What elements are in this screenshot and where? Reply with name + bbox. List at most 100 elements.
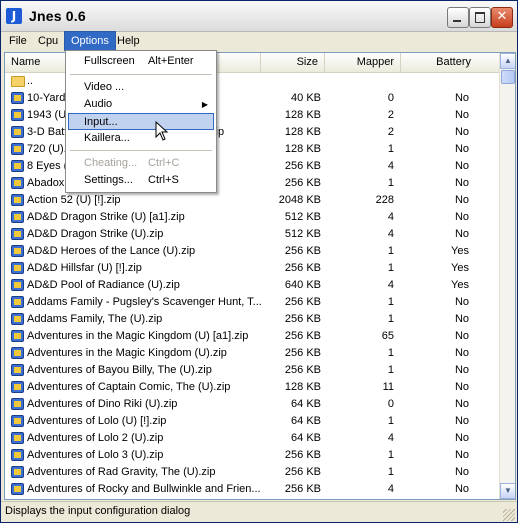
table-row[interactable]: AD&D Dragon Strike (U).zip 512 KB 4 No (5, 226, 499, 243)
rom-file-icon (11, 330, 24, 342)
rom-mapper: 4 (387, 160, 394, 172)
rom-size: 256 KB (284, 364, 321, 376)
rom-size: 256 KB (284, 245, 321, 257)
table-row[interactable]: Adventures of Lolo 3 (U).zip 256 KB 1 No (5, 447, 499, 464)
table-row[interactable]: Adventures of Bayou Billy, The (U).zip 25… (5, 362, 499, 379)
table-row[interactable]: AD&D Hillsfar (U) [!].zip 256 KB 1 Yes (5, 260, 499, 277)
table-row[interactable]: AD&D Heroes of the Lance (U).zip 256 KB 1 Y… (5, 243, 499, 260)
column-header-mapper[interactable]: Mapper (325, 53, 401, 72)
menu-file[interactable]: File (3, 32, 33, 50)
minimize-button[interactable] (447, 7, 469, 28)
rom-name: AD&D Dragon Strike (U) [a1].zip (27, 211, 185, 223)
rom-mapper: 1 (387, 364, 394, 376)
menu-item-cheating: Cheating... Ctrl+C (68, 155, 214, 172)
minimize-icon (453, 20, 461, 22)
table-row[interactable]: Action 52 (U) [!].zip 2048 KB 228 No (5, 192, 499, 209)
menu-item-fullscreen[interactable]: Fullscreen Alt+Enter (68, 53, 214, 70)
rom-battery: No (454, 228, 469, 240)
maximize-button[interactable] (469, 7, 491, 28)
table-row[interactable]: Adventures of Captain Comic, The (U).zip… (5, 379, 499, 396)
rom-name: Addams Family - Pugsley's Scavenger Hunt… (27, 296, 261, 308)
rom-size: 512 KB (284, 228, 321, 240)
menu-help[interactable]: Help (111, 32, 146, 50)
table-row[interactable]: AD&D Pool of Radiance (U).zip 640 KB 4 Yes (5, 277, 499, 294)
rom-battery: No (454, 415, 469, 427)
rom-name: AD&D Pool of Radiance (U).zip (27, 279, 180, 291)
rom-size: 256 KB (284, 330, 321, 342)
rom-file-icon (11, 245, 24, 257)
rom-size: 2048 KB (278, 194, 321, 206)
scroll-up-button[interactable]: ▲ (500, 53, 515, 69)
rom-name: Adventures of Rocky and Bullwinkle and F… (27, 483, 261, 495)
menu-item-input[interactable]: Input... (68, 113, 214, 130)
rom-size: 128 KB (284, 109, 321, 121)
menu-item-settings[interactable]: Settings... Ctrl+S (68, 172, 214, 189)
table-row[interactable]: Addams Family, The (U).zip 256 KB 1 No (5, 311, 499, 328)
rom-file-icon (11, 194, 24, 206)
rom-battery: No (454, 483, 469, 495)
menu-options[interactable]: Options (64, 31, 116, 51)
rom-size: 256 KB (284, 313, 321, 325)
menu-item-kaillera[interactable]: Kaillera... (68, 130, 214, 147)
rom-file-icon (11, 228, 24, 240)
rom-file-icon (11, 483, 24, 495)
close-button[interactable]: ✕ (491, 7, 513, 28)
table-row[interactable]: Adventures in the Magic Kingdom (U) [a1]… (5, 328, 499, 345)
folder-icon (11, 76, 25, 87)
rom-mapper: 4 (387, 228, 394, 240)
rom-name: Adventures in the Magic Kingdom (U).zip (27, 347, 227, 359)
rom-file-icon (11, 347, 24, 359)
rom-size: 512 KB (284, 211, 321, 223)
vertical-scrollbar[interactable]: ▲ ▼ (499, 53, 515, 499)
menu-item-label: Input... (84, 116, 118, 128)
rom-file-icon (11, 449, 24, 461)
rom-file-icon (11, 381, 24, 393)
scroll-thumb[interactable] (501, 70, 515, 84)
rom-file-icon (11, 364, 24, 376)
rom-battery: No (454, 143, 469, 155)
rom-battery: No (454, 160, 469, 172)
rom-mapper: 4 (387, 432, 394, 444)
rom-battery: No (454, 177, 469, 189)
rom-file-icon (11, 177, 24, 189)
rom-name: Adventures of Captain Comic, The (U).zip (27, 381, 231, 393)
menu-cpu[interactable]: Cpu (32, 32, 64, 50)
column-header-battery[interactable]: Battery (401, 53, 477, 72)
maximize-icon (475, 12, 485, 23)
rom-battery: Yes (451, 279, 469, 291)
rom-name: Adventures of Lolo 3 (U).zip (27, 449, 164, 461)
rom-file-icon (11, 415, 24, 427)
rom-size: 256 KB (284, 160, 321, 172)
rom-size: 64 KB (291, 432, 321, 444)
menu-item-label: Audio (84, 98, 113, 110)
rom-mapper: 1 (387, 296, 394, 308)
rom-file-icon (11, 432, 24, 444)
title-bar[interactable]: J Jnes 0.6 ✕ (1, 1, 517, 32)
menu-item-video[interactable]: Video ... (68, 79, 214, 96)
table-row[interactable]: Adventures of Lolo 2 (U).zip 64 KB 4 No (5, 430, 499, 447)
menu-item-audio[interactable]: Audio ▶ (68, 96, 214, 113)
rom-mapper: 4 (387, 483, 394, 495)
menu-item-label: Fullscreen (84, 55, 135, 67)
scroll-down-button[interactable]: ▼ (500, 483, 515, 499)
table-row[interactable]: Adventures of Rocky and Bullwinkle and F… (5, 481, 499, 498)
table-row[interactable]: Adventures in the Magic Kingdom (U).zip 2… (5, 345, 499, 362)
rom-mapper: 1 (387, 466, 394, 478)
rom-mapper: 11 (382, 381, 394, 393)
rom-battery: No (454, 194, 469, 206)
main-window: J Jnes 0.6 ✕ File Cpu Options Help Name … (0, 0, 518, 523)
table-row[interactable]: Adventures of Lolo (U) [!].zip 64 KB 1 No (5, 413, 499, 430)
table-row[interactable]: Addams Family - Pugsley's Scavenger Hunt… (5, 294, 499, 311)
rom-file-icon (11, 92, 24, 104)
rom-battery: No (454, 398, 469, 410)
rom-mapper: 4 (387, 279, 394, 291)
table-row[interactable]: Adventures of Dino Riki (U).zip 64 KB 0 No (5, 396, 499, 413)
rom-mapper: 1 (387, 245, 394, 257)
column-header-size[interactable]: Size (261, 53, 325, 72)
table-row[interactable]: Adventures of Rad Gravity, The (U).zip 25… (5, 464, 499, 481)
rom-battery (401, 73, 469, 90)
menu-item-label: Video ... (84, 81, 125, 93)
resize-grip-icon[interactable] (503, 509, 515, 521)
rom-file-icon (11, 466, 24, 478)
table-row[interactable]: AD&D Dragon Strike (U) [a1].zip 512 KB 4 No (5, 209, 499, 226)
